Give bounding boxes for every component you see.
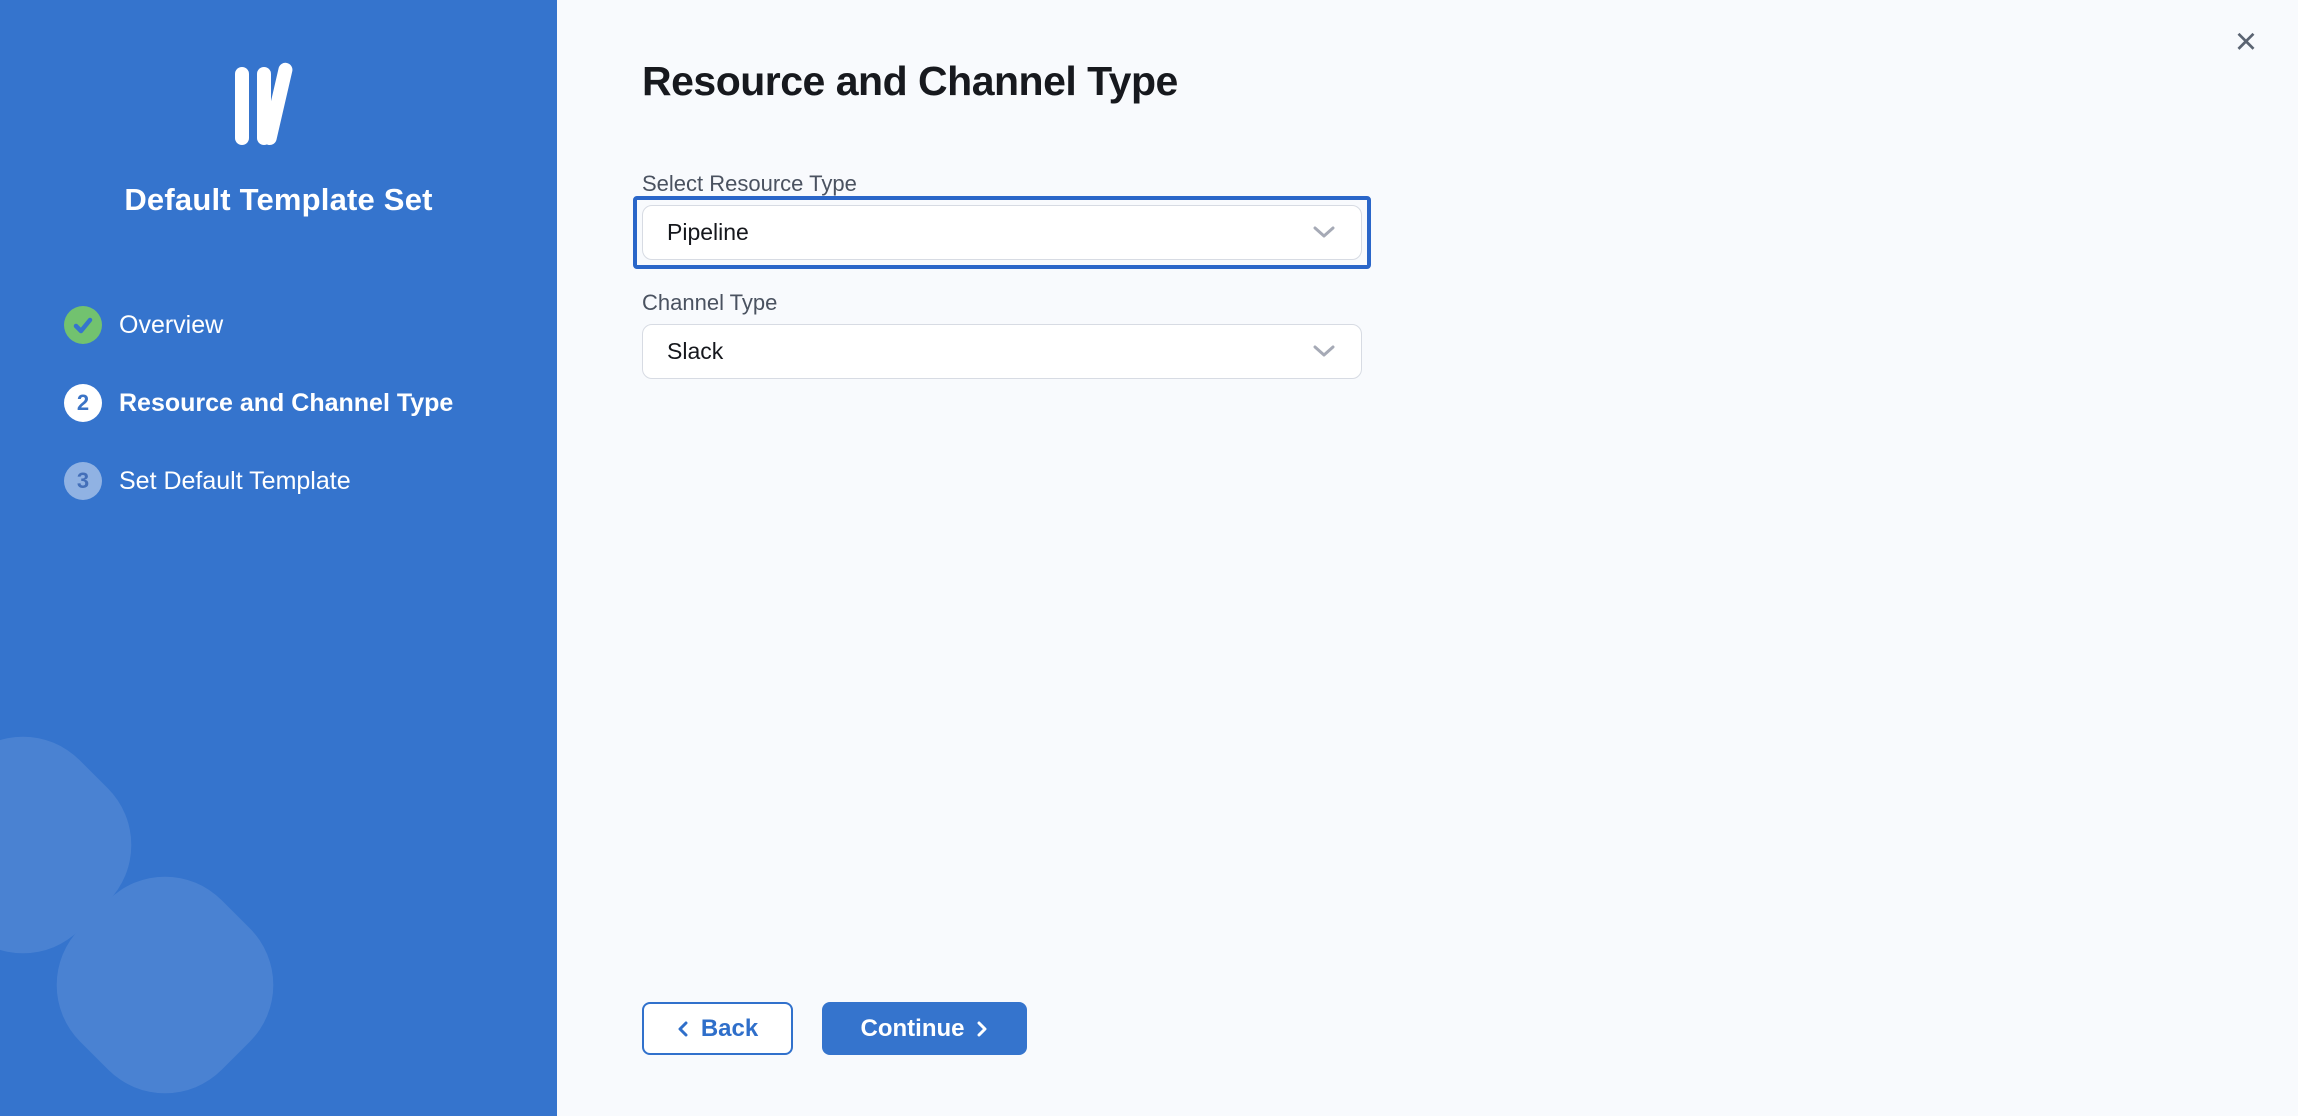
channel-type-select[interactable]: Slack (642, 324, 1362, 379)
back-button-label: Back (701, 1015, 758, 1043)
step-number-badge: 2 (64, 384, 102, 422)
back-button[interactable]: Back (642, 1002, 793, 1055)
chevron-right-icon (977, 1021, 988, 1037)
resource-type-select[interactable]: Pipeline (642, 205, 1362, 260)
chevron-down-icon (1313, 345, 1335, 358)
step-number-badge: 3 (64, 462, 102, 500)
continue-button-label: Continue (861, 1015, 965, 1043)
wizard-main-panel: × Resource and Channel Type Select Resou… (557, 0, 2298, 1116)
continue-button[interactable]: Continue (822, 1002, 1027, 1055)
step-label: Overview (119, 311, 223, 340)
channel-type-value: Slack (667, 338, 723, 365)
channel-type-label: Channel Type (642, 290, 2298, 316)
step-resource-and-channel-type[interactable]: 2 Resource and Channel Type (64, 384, 557, 422)
resource-type-value: Pipeline (667, 219, 749, 246)
step-set-default-template[interactable]: 3 Set Default Template (64, 462, 557, 500)
check-icon (71, 313, 95, 337)
chevron-down-icon (1313, 226, 1335, 239)
wizard-sidebar: Default Template Set Overview 2 Resource… (0, 0, 557, 1116)
chevron-left-icon (677, 1021, 688, 1037)
app-logo-icon (233, 64, 325, 150)
focus-ring: Pipeline (633, 196, 1371, 269)
wizard-title: Default Template Set (0, 182, 557, 218)
page-title: Resource and Channel Type (642, 58, 2298, 105)
wizard-steps: Overview 2 Resource and Channel Type 3 S… (0, 306, 557, 500)
step-label: Resource and Channel Type (119, 389, 453, 418)
resource-type-label: Select Resource Type (642, 171, 2298, 197)
step-label: Set Default Template (119, 467, 351, 496)
step-overview[interactable]: Overview (64, 306, 557, 344)
wizard-footer-actions: Back Continue (642, 1002, 1027, 1055)
sidebar-watermark-pattern (0, 0, 557, 1116)
step-complete-indicator (64, 306, 102, 344)
close-icon[interactable]: × (2222, 18, 2270, 66)
